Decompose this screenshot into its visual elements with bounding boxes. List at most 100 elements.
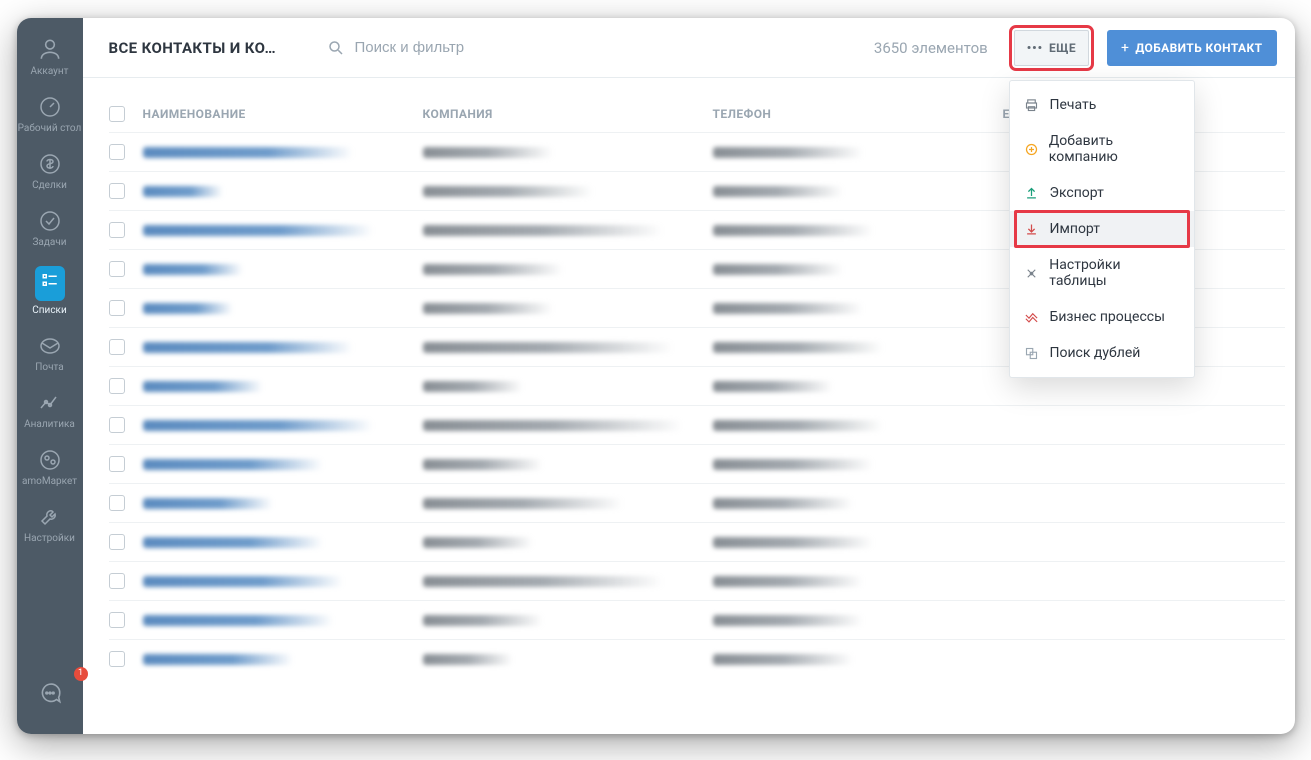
row-checkbox[interactable] — [109, 300, 125, 316]
cell-company-blurred — [423, 147, 553, 158]
add-contact-button[interactable]: + ДОБАВИТЬ КОНТАКТ — [1107, 30, 1277, 66]
sidebar-item-chat[interactable]: 1 — [17, 672, 83, 720]
items-count: 3650 элементов — [874, 39, 988, 57]
table-row[interactable] — [109, 561, 1285, 600]
sidebar-item-deals[interactable]: Сделки — [17, 144, 83, 201]
cell-phone-blurred — [713, 459, 873, 470]
cell-company-blurred — [423, 186, 593, 197]
row-checkbox[interactable] — [109, 651, 125, 667]
cell-name-blurred — [143, 225, 373, 236]
chart-line-icon — [38, 391, 62, 419]
row-checkbox[interactable] — [109, 378, 125, 394]
dropdown-item-label: Добавить компанию — [1049, 133, 1180, 165]
sidebar-item-label: Аккаунт — [30, 66, 68, 77]
dropdown-item-processes[interactable]: Бизнес процессы — [1010, 299, 1194, 335]
more-dropdown: Печать Добавить компанию Экспорт Импорт … — [1009, 80, 1195, 378]
dropdown-item-label: Настройки таблицы — [1049, 257, 1179, 289]
row-checkbox[interactable] — [109, 261, 125, 277]
cell-name-blurred — [143, 537, 323, 548]
cell-company-blurred — [423, 303, 553, 314]
cell-name-blurred — [143, 381, 263, 392]
cell-company-blurred — [423, 615, 543, 626]
duplicates-icon — [1024, 346, 1040, 361]
cell-phone-blurred — [713, 303, 863, 314]
envelope-icon — [38, 334, 62, 362]
cell-company-blurred — [423, 420, 683, 431]
row-checkbox[interactable] — [109, 534, 125, 550]
search-input[interactable] — [355, 39, 856, 56]
cell-name-blurred — [143, 459, 323, 470]
row-checkbox[interactable] — [109, 144, 125, 160]
sidebar-item-analytics[interactable]: Аналитика — [17, 383, 83, 440]
row-checkbox[interactable] — [109, 573, 125, 589]
dropdown-item-label: Импорт — [1050, 221, 1100, 237]
table-row[interactable] — [109, 405, 1285, 444]
table-row[interactable] — [109, 522, 1285, 561]
row-checkbox[interactable] — [109, 612, 125, 628]
person-icon — [37, 36, 63, 66]
dropdown-item-table-settings[interactable]: Настройки таблицы — [1010, 247, 1194, 299]
cell-company-blurred — [423, 381, 523, 392]
topbar: ВСЕ КОНТАКТЫ И КО… 3650 элементов ••• ЕЩ… — [83, 18, 1295, 78]
cell-company-blurred — [423, 537, 533, 548]
cell-name-blurred — [143, 342, 353, 353]
add-company-icon — [1024, 142, 1039, 157]
row-checkbox[interactable] — [109, 417, 125, 433]
dropdown-item-print[interactable]: Печать — [1010, 87, 1194, 123]
sidebar-item-account[interactable]: Аккаунт — [17, 28, 83, 87]
table-row[interactable] — [109, 444, 1285, 483]
col-header-phone[interactable]: ТЕЛЕФОН — [713, 107, 1003, 121]
sidebar-item-market[interactable]: amoМаркет — [17, 440, 83, 497]
col-header-name[interactable]: НАИМЕНОВАНИЕ — [143, 107, 423, 121]
add-contact-label: ДОБАВИТЬ КОНТАКТ — [1135, 41, 1262, 55]
cell-name-blurred — [143, 615, 333, 626]
cell-name-blurred — [143, 264, 243, 275]
dropdown-item-add-company[interactable]: Добавить компанию — [1010, 123, 1194, 175]
cell-company-blurred — [423, 225, 663, 236]
select-all-checkbox[interactable] — [109, 106, 125, 122]
dropdown-item-label: Поиск дублей — [1050, 345, 1141, 361]
sidebar-item-lists[interactable]: Списки — [17, 258, 83, 326]
puzzle-icon — [38, 448, 62, 476]
cell-company-blurred — [423, 498, 623, 509]
table-row[interactable] — [109, 600, 1285, 639]
sidebar-item-dashboard[interactable]: Рабочий стол — [17, 87, 83, 144]
sidebar-item-label: Настройки — [24, 533, 75, 544]
cell-phone-blurred — [713, 225, 873, 236]
table-row[interactable] — [109, 639, 1285, 678]
row-checkbox[interactable] — [109, 339, 125, 355]
dropdown-item-label: Печать — [1050, 97, 1097, 113]
dropdown-item-duplicates[interactable]: Поиск дублей — [1010, 335, 1194, 371]
list-icon — [35, 266, 65, 301]
sidebar-item-label: amoМаркет — [22, 476, 77, 487]
cell-phone-blurred — [713, 186, 843, 197]
search-wrap[interactable] — [327, 39, 856, 57]
cell-name-blurred — [143, 654, 293, 665]
row-checkbox[interactable] — [109, 456, 125, 472]
more-button-label: ЕЩЕ — [1049, 41, 1076, 55]
cell-name-blurred — [143, 147, 353, 158]
row-checkbox[interactable] — [109, 495, 125, 511]
import-icon — [1024, 222, 1040, 237]
sidebar-item-label: Сделки — [32, 180, 67, 191]
col-header-company[interactable]: КОМПАНИЯ — [423, 107, 713, 121]
sidebar-item-tasks[interactable]: Задачи — [17, 201, 83, 258]
dropdown-item-export[interactable]: Экспорт — [1010, 175, 1194, 211]
cell-company-blurred — [423, 342, 673, 353]
more-button[interactable]: ••• ЕЩЕ — [1014, 30, 1089, 66]
row-checkbox[interactable] — [109, 222, 125, 238]
row-checkbox[interactable] — [109, 183, 125, 199]
gauge-icon — [38, 95, 62, 123]
dropdown-item-import[interactable]: Импорт — [1010, 211, 1194, 247]
cell-name-blurred — [143, 576, 343, 587]
cell-phone-blurred — [713, 654, 853, 665]
printer-icon — [1024, 98, 1040, 113]
chat-icon — [37, 680, 63, 710]
table-row[interactable] — [109, 483, 1285, 522]
cell-phone-blurred — [713, 576, 863, 587]
dropdown-item-label: Экспорт — [1050, 185, 1104, 201]
sidebar-item-settings[interactable]: Настройки — [17, 497, 83, 554]
cell-phone-blurred — [713, 498, 853, 509]
sidebar-item-mail[interactable]: Почта — [17, 326, 83, 383]
sidebar: Аккаунт Рабочий стол Сделки Задачи Списк… — [17, 18, 83, 734]
